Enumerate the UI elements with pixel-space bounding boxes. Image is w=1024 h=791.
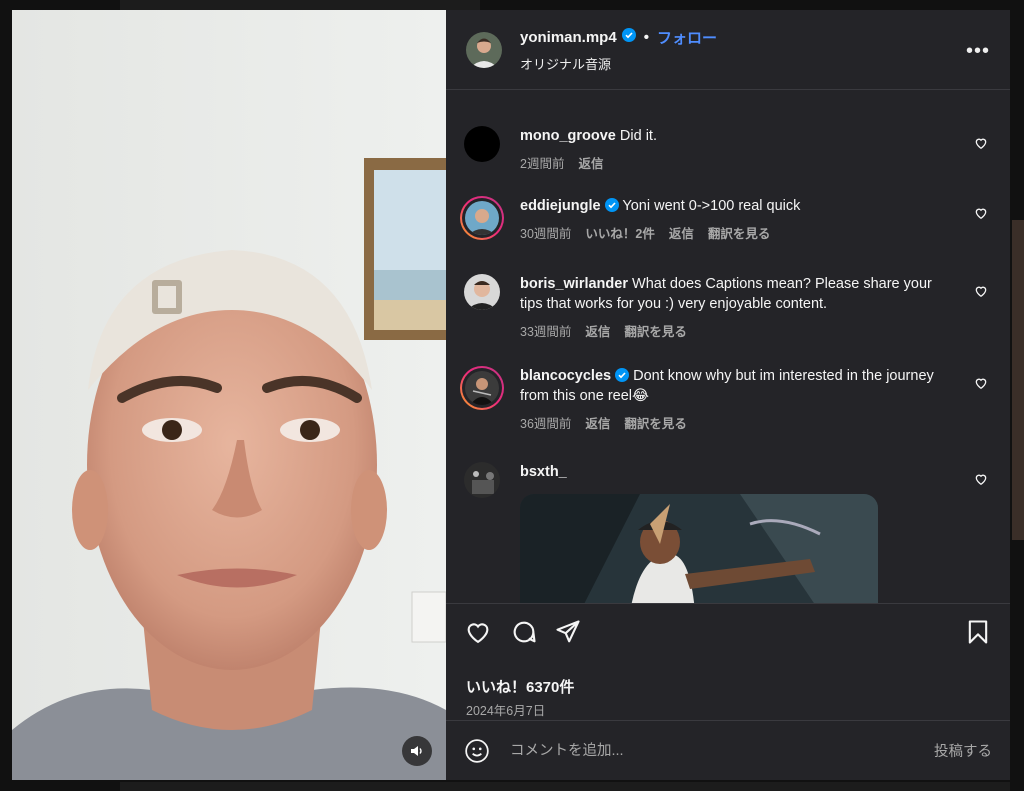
story-ring[interactable] [460,196,504,240]
commenter-avatar[interactable] [464,274,500,310]
video-frame [12,10,446,780]
comment-icon[interactable] [510,618,538,646]
heart-icon[interactable] [974,206,988,220]
comment-time[interactable]: 2週間前 [520,154,564,174]
verified-icon [615,368,630,382]
backdrop-tile [120,782,1010,791]
comment-username[interactable]: mono_groove [520,128,616,144]
avatar-image [466,31,502,68]
share-icon[interactable] [554,618,582,646]
comment-username[interactable]: boris_wirlander [520,276,628,292]
post-side-panel: yoniman.mp4 • フォロー オリジナル音源 ••• mono_groo… [446,10,1010,780]
story-ring[interactable] [460,366,504,410]
author-username[interactable]: yoniman.mp4 [520,29,617,46]
comment-body: eddiejungle Yoni went 0->100 real quick … [520,196,940,244]
action-bar [464,618,992,646]
comment-item: mono_groove Did it. 2週間前 返信 [464,126,994,174]
comment-composer: 投稿する [446,720,1010,780]
comment-time[interactable]: 33週間前 [520,322,571,342]
comment-body: boris_wirlander What does Captions mean?… [520,274,940,342]
comment-text: Yoni went 0->100 real quick [622,198,801,214]
heart-icon[interactable] [974,472,988,486]
commenter-avatar[interactable] [464,462,500,498]
audio-label[interactable]: オリジナル音源 [520,54,717,73]
emoji-icon[interactable] [464,738,490,764]
volume-icon [411,746,422,756]
comment-item: blancocycles Dont know why but im intere… [460,366,994,434]
translate-button[interactable]: 翻訳を見る [708,224,771,244]
comment-body: bsxth_ [520,462,940,603]
comment-body: mono_groove Did it. 2週間前 返信 [520,126,940,174]
comment-time[interactable]: 36週間前 [520,414,571,434]
comment-meta: 36週間前 返信 翻訳を見る [520,414,940,434]
comment-gif[interactable] [520,494,878,603]
reply-button[interactable]: 返信 [585,322,610,342]
comment-input[interactable] [508,741,934,760]
comment-item: eddiejungle Yoni went 0->100 real quick … [460,196,994,244]
verified-icon [621,28,636,46]
mute-toggle[interactable] [402,736,432,766]
heart-icon[interactable] [974,136,988,150]
post-date[interactable]: 2024年6月7日 [466,700,545,719]
verified-icon [604,198,619,212]
separator-dot: • [643,28,649,46]
reply-button[interactable]: 返信 [578,154,603,174]
translate-button[interactable]: 翻訳を見る [624,322,687,342]
comment-item: boris_wirlander What does Captions mean?… [464,274,994,342]
like-count[interactable]: いいね！6370件 [466,676,574,697]
reply-button[interactable]: 返信 [585,414,610,434]
follow-button[interactable]: フォロー [657,27,717,48]
reply-button[interactable]: 返信 [669,224,694,244]
comment-username[interactable]: blancocycles [520,368,611,384]
gif-image [520,494,878,603]
heart-icon[interactable] [464,618,492,646]
commenter-avatar [465,201,499,235]
heart-icon[interactable] [974,376,988,390]
comment-time[interactable]: 30週間前 [520,224,571,244]
comment-body: blancocycles Dont know why but im intere… [520,366,940,434]
comment-item: bsxth_ [464,462,994,603]
commenter-avatar [465,371,499,405]
video-player[interactable] [12,10,446,780]
comment-list[interactable]: mono_groove Did it. 2週間前 返信 eddiejungle … [446,90,1010,603]
comment-meta: 33週間前 返信 翻訳を見る [520,322,940,342]
comment-likes[interactable]: いいね！2件 [585,224,654,244]
backdrop-tile [120,0,480,10]
author-avatar[interactable] [466,31,502,68]
translate-button[interactable]: 翻訳を見る [624,414,687,434]
more-icon[interactable]: ••• [966,40,990,63]
backdrop-tile [1012,220,1024,540]
comment-username[interactable]: eddiejungle [520,198,601,214]
post-header: yoniman.mp4 • フォロー オリジナル音源 ••• [446,10,1010,90]
header-text: yoniman.mp4 • フォロー オリジナル音源 [520,27,717,73]
comment-username[interactable]: bsxth_ [520,464,567,480]
comment-meta: 2週間前 返信 [520,154,940,174]
comment-text: Did it. [619,128,657,144]
bookmark-icon[interactable] [964,618,992,646]
post-modal: yoniman.mp4 • フォロー オリジナル音源 ••• mono_groo… [12,10,1010,780]
heart-icon[interactable] [974,284,988,298]
comment-meta: 30週間前 いいね！2件 返信 翻訳を見る [520,224,940,244]
commenter-avatar[interactable] [464,126,500,162]
post-comment-button[interactable]: 投稿する [934,740,992,761]
